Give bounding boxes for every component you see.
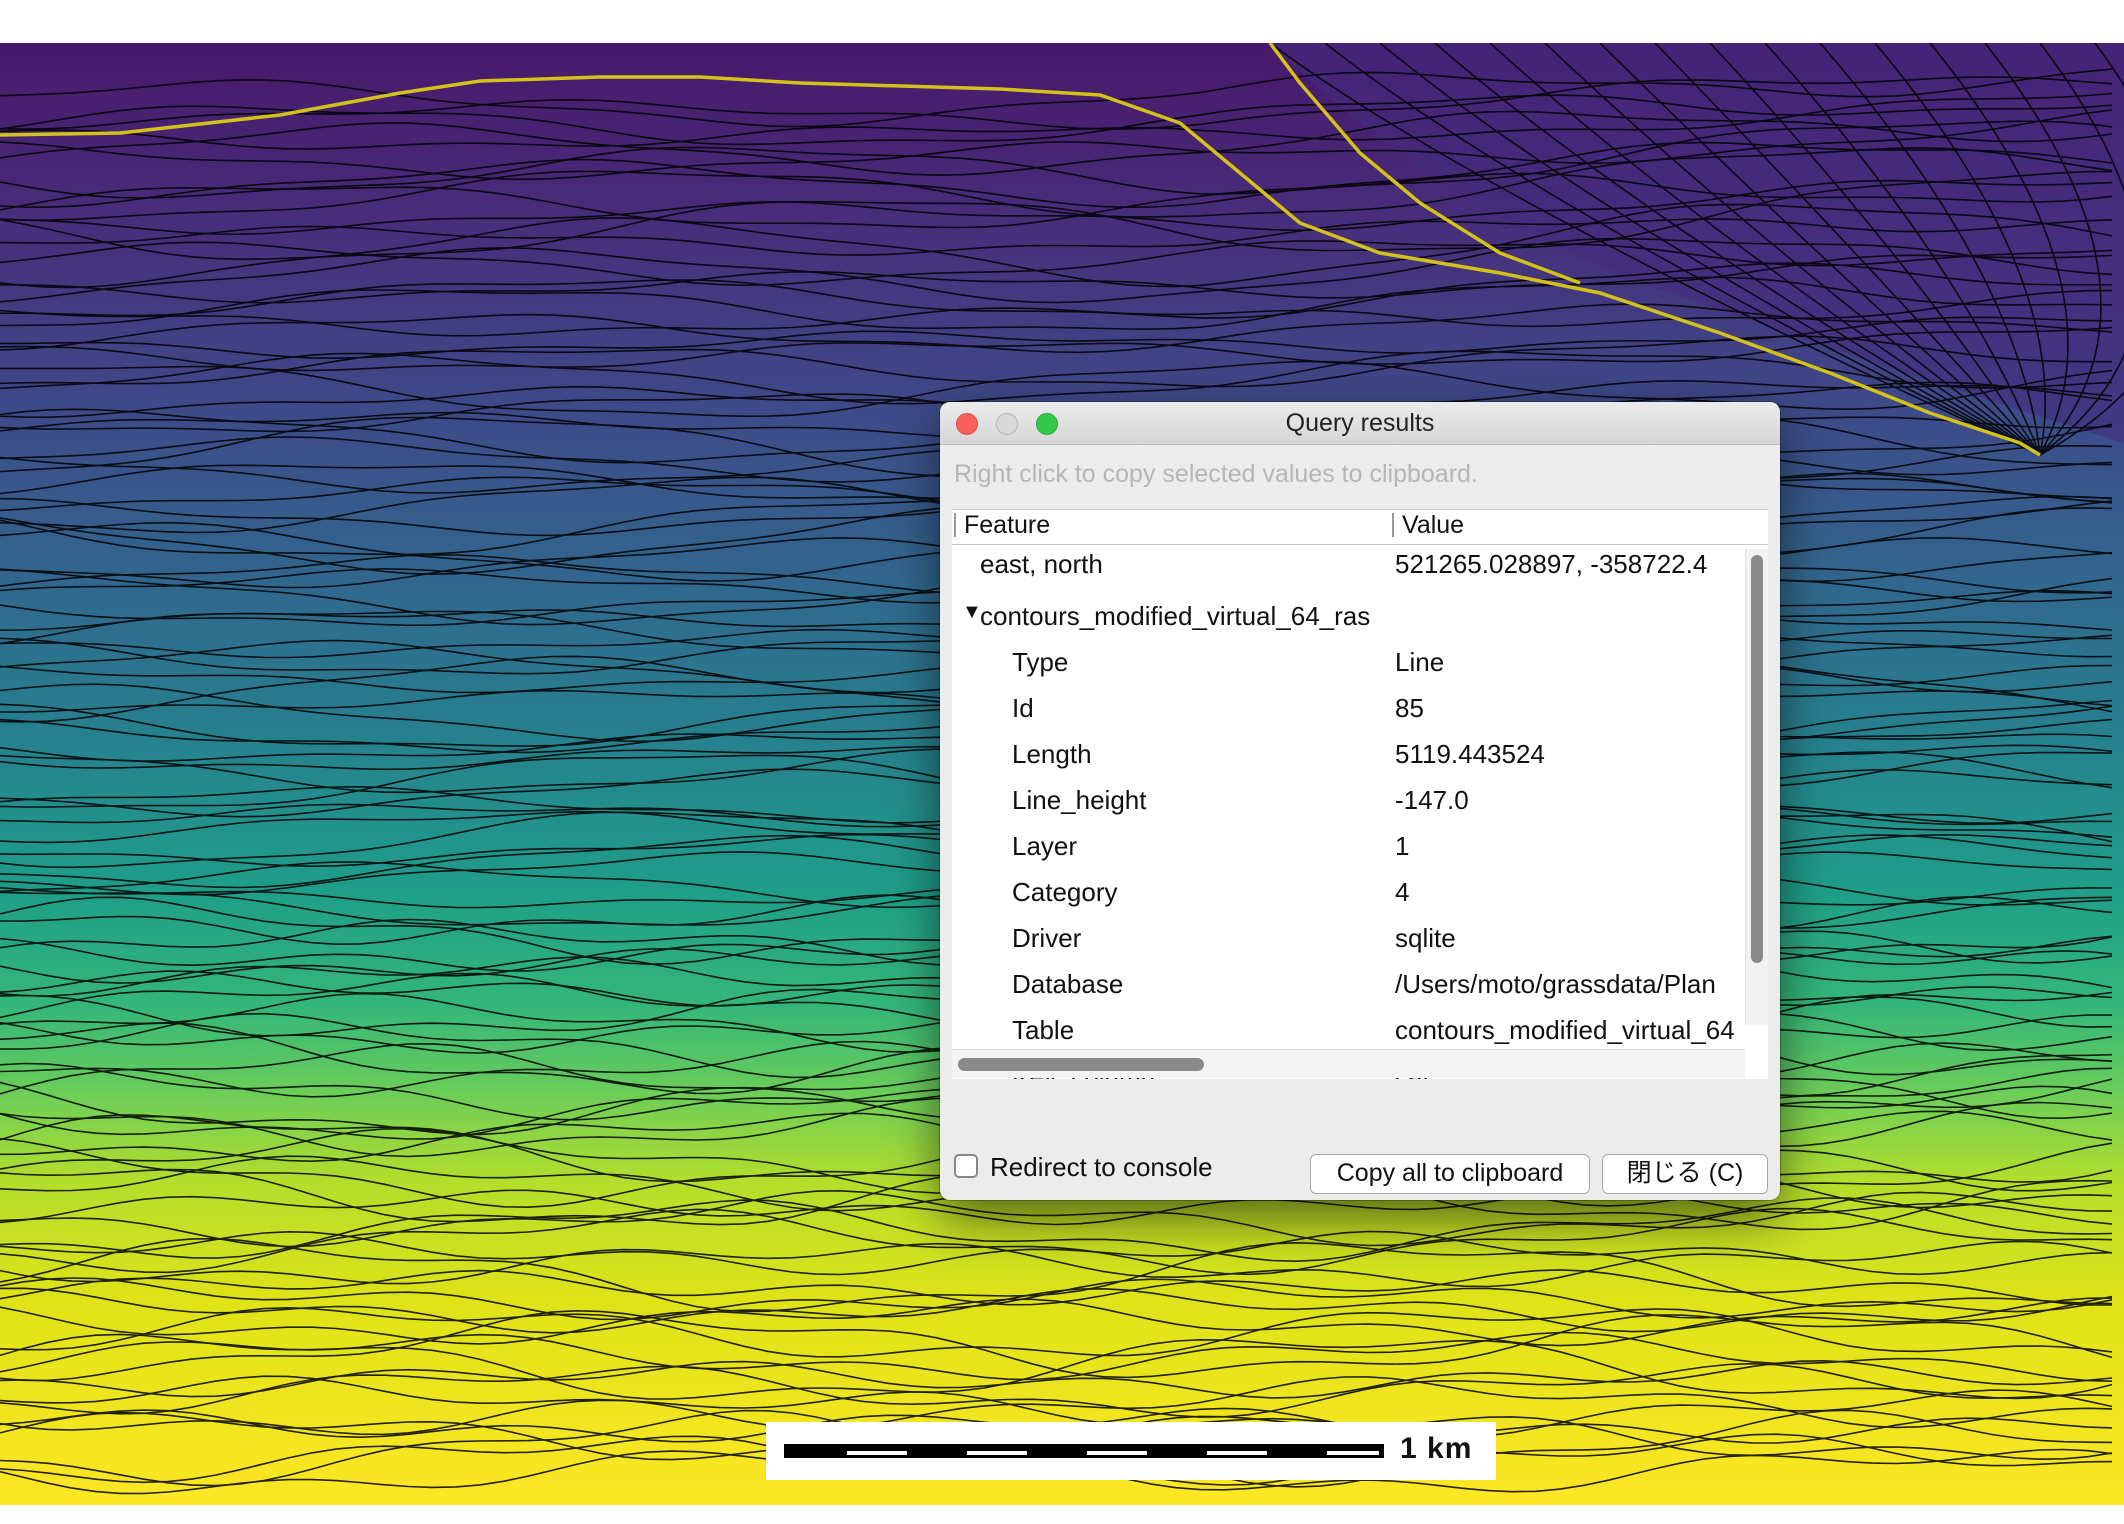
attribute-value: 85 bbox=[1395, 693, 1424, 723]
attribute-key: Length bbox=[1012, 739, 1092, 769]
vertical-scrollbar[interactable] bbox=[1745, 549, 1768, 1025]
attribute-key: Table bbox=[1012, 1015, 1075, 1045]
attribute-row[interactable]: Id 85 bbox=[952, 693, 1742, 737]
scale-bar-label: 1 km bbox=[1400, 1432, 1473, 1465]
scale-bar: 1 km bbox=[766, 1422, 1496, 1480]
attribute-value: 1 bbox=[1395, 831, 1410, 861]
attribute-key: Type bbox=[1012, 647, 1069, 677]
attribute-value: 4 bbox=[1395, 877, 1410, 907]
redirect-checkbox[interactable] bbox=[954, 1154, 978, 1178]
coords-value: 521265.028897, -358722.4 bbox=[1395, 549, 1708, 579]
attribute-value: Line bbox=[1395, 647, 1445, 677]
column-header-value[interactable]: Value bbox=[1392, 513, 1464, 538]
attribute-key: Line_height bbox=[1012, 785, 1147, 815]
attribute-key: Id bbox=[1012, 693, 1034, 723]
attribute-row[interactable]: Length 5119.443524 bbox=[952, 739, 1742, 783]
attribute-key: Layer bbox=[1012, 831, 1078, 861]
attribute-key: Database bbox=[1012, 969, 1124, 999]
column-header-feature[interactable]: Feature bbox=[954, 513, 1050, 538]
scale-segment bbox=[1327, 1451, 1379, 1455]
dialog-titlebar[interactable]: Query results bbox=[940, 402, 1780, 445]
attribute-key: Driver bbox=[1012, 923, 1082, 953]
copy-all-button[interactable]: Copy all to clipboard bbox=[1310, 1154, 1590, 1194]
scale-segment bbox=[1207, 1451, 1267, 1455]
attribute-value: -147.0 bbox=[1395, 785, 1469, 815]
horizontal-scrollbar[interactable] bbox=[952, 1049, 1745, 1078]
attribute-value: /Users/moto/grassdata/Plan bbox=[1395, 969, 1716, 999]
expand-triangle-icon[interactable]: ▼ bbox=[962, 601, 982, 624]
clipboard-hint: Right click to copy selected values to c… bbox=[954, 460, 1478, 488]
layer-name: contours_modified_virtual_64_ras bbox=[980, 601, 1371, 631]
scale-segment bbox=[967, 1451, 1027, 1455]
attribute-row[interactable]: Layer 1 bbox=[952, 831, 1742, 875]
attribute-key: Category bbox=[1012, 877, 1118, 907]
query-results-dialog: Query results Right click to copy select… bbox=[940, 402, 1780, 1200]
attribute-row[interactable]: Line_height -147.0 bbox=[952, 785, 1742, 829]
attribute-row[interactable]: Database/Users/moto/grassdata/Plan bbox=[952, 969, 1742, 1013]
attribute-value: sqlite bbox=[1395, 923, 1456, 953]
coords-row[interactable]: east, north 521265.028897, -358722.4 bbox=[952, 549, 1742, 593]
attribute-value: 5119.443524 bbox=[1395, 739, 1545, 769]
scale-bar-ruler bbox=[784, 1444, 1384, 1458]
attribute-row[interactable]: Driver sqlite bbox=[952, 923, 1742, 967]
scale-segment bbox=[1087, 1451, 1147, 1455]
redirect-label[interactable]: Redirect to console bbox=[990, 1152, 1213, 1183]
layer-row[interactable]: ▼ contours_modified_virtual_64_ras bbox=[952, 601, 1742, 645]
vertical-scroll-thumb[interactable] bbox=[1751, 555, 1763, 963]
attribute-row[interactable]: Category 4 bbox=[952, 877, 1742, 921]
close-button[interactable]: 閉じる (C) bbox=[1602, 1154, 1768, 1194]
attribute-value: contours_modified_virtual_64 bbox=[1395, 1015, 1735, 1045]
coords-key: east, north bbox=[980, 549, 1103, 579]
attribute-row[interactable]: Type Line bbox=[952, 647, 1742, 691]
tree-header: Feature Value bbox=[952, 509, 1768, 545]
dialog-title: Query results bbox=[1285, 409, 1435, 437]
results-tree[interactable]: Feature Value east, north 521265.028897,… bbox=[952, 509, 1768, 1079]
scale-segment bbox=[847, 1451, 907, 1455]
horizontal-scroll-thumb[interactable] bbox=[958, 1058, 1204, 1071]
